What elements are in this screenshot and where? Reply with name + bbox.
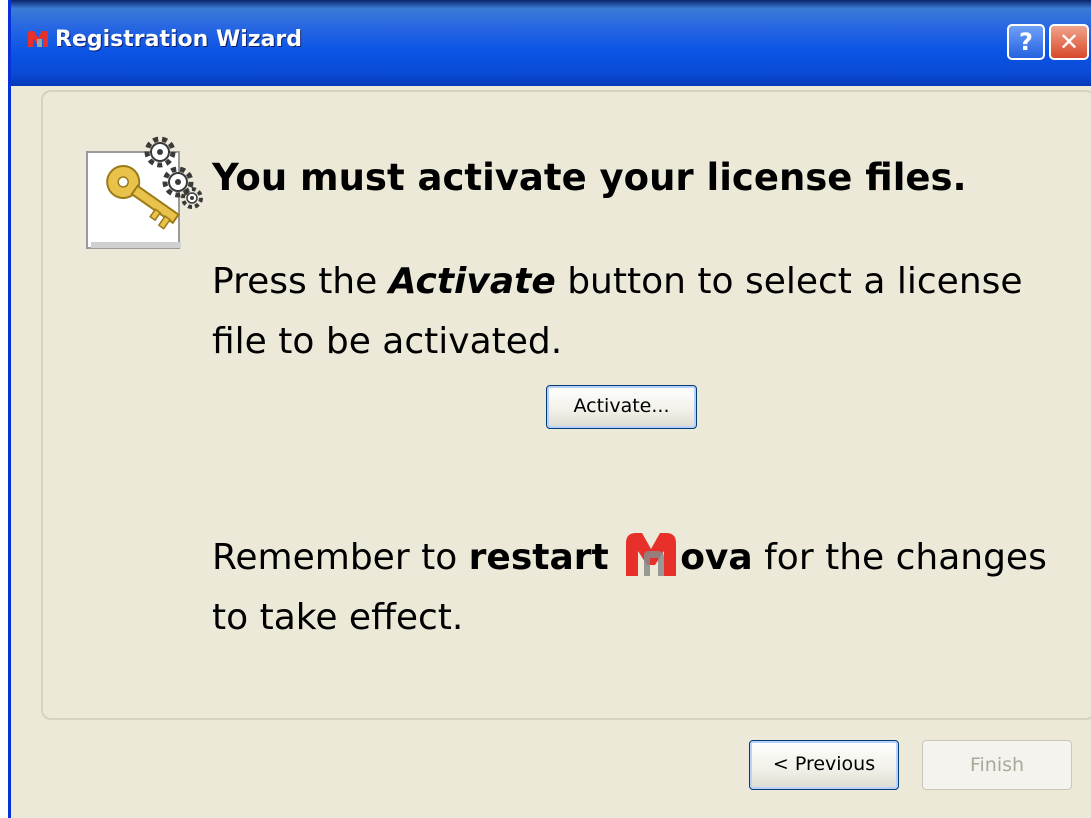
- close-button[interactable]: ✕: [1049, 24, 1089, 60]
- mnova-logo: ova: [620, 533, 753, 578]
- activate-button[interactable]: Activate...: [546, 385, 697, 429]
- help-button[interactable]: ?: [1007, 24, 1045, 60]
- gear-icon: [144, 136, 176, 168]
- title-bar[interactable]: Registration Wizard ? ✕: [11, 0, 1091, 86]
- mnova-app-icon: [28, 31, 48, 47]
- finish-button[interactable]: Finish: [922, 740, 1072, 790]
- reminder-prefix: Remember to: [212, 537, 469, 578]
- page-heading: You must activate your license files.: [212, 156, 967, 199]
- reminder-app-name: ova: [680, 537, 753, 578]
- instruction-prefix: Press the: [212, 261, 389, 302]
- instruction-emphasis: Activate: [388, 261, 556, 302]
- reminder-bold: restart: [468, 537, 609, 578]
- previous-button[interactable]: < Previous: [749, 740, 899, 790]
- mnova-logo-icon: [626, 533, 677, 576]
- instruction-text: Press the Activate button to select a li…: [212, 252, 1072, 372]
- reminder-text: Remember to restart ova for the changes …: [212, 528, 1072, 648]
- license-key-icon: [86, 136, 203, 249]
- window-title: Registration Wizard: [55, 27, 303, 52]
